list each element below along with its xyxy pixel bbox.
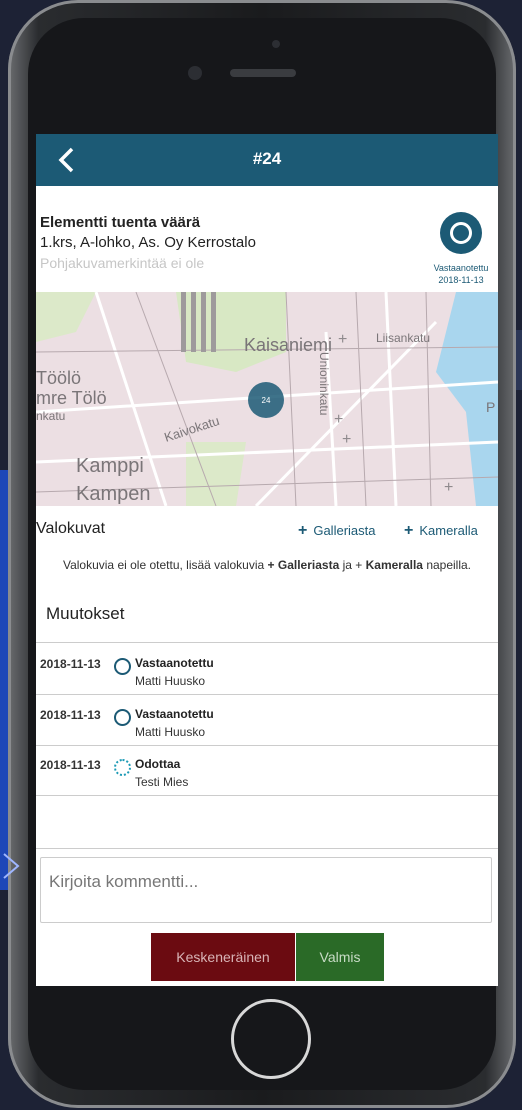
comment-input[interactable]: Kirjoita kommentti... [40,857,492,923]
map-label-kamppi: Kamppi [76,455,144,477]
map-marker-label[interactable]: 24 [262,396,271,405]
change-date: 2018-11-13 [40,708,101,722]
divider [36,642,498,643]
map-view[interactable]: 24 Kaisaniemi Liisankatu Töölö mre Tölö … [36,292,498,506]
change-date: 2018-11-13 [40,758,101,772]
circle-icon [114,709,131,726]
app-screen: #24 Elementti tuenta väärä 1.krs, A-lohk… [36,134,498,986]
status-date: 2018-11-13 [438,275,484,285]
gallery-button[interactable]: + Galleriasta [298,522,375,540]
change-user: Testi Mies [135,775,189,789]
plus-icon: + [404,522,414,539]
change-row: 2018-11-13 Vastaanotettu Matti Huusko [36,646,498,694]
status-icon[interactable] [440,212,482,254]
photos-hint: Valokuvia ei ole otettu, lisää valokuvia… [62,558,472,572]
gallery-label: Galleriasta [313,523,376,538]
done-button[interactable]: Valmis [296,933,384,981]
page-title: #24 [252,149,282,168]
map-label-toolo: Töölö [36,368,81,388]
change-status: Vastaanotettu [135,707,214,721]
dashed-circle-icon [114,759,131,776]
changes-heading: Muutokset [46,604,125,623]
change-row: 2018-11-13 Odottaa Testi Mies [36,747,498,795]
status-label: Vastaanotettu [433,263,489,273]
divider [36,848,498,849]
item-title: Elementti tuenta väärä [40,214,201,231]
map-label-kampen: Kampen [76,483,151,505]
map-label-liisankatu: Liisankatu [376,331,430,345]
front-camera [188,66,202,80]
photos-heading: Valokuvat [36,520,106,537]
plus-icon: + [298,522,308,539]
svg-text:+: + [444,479,453,496]
divider [36,745,498,746]
map-label-unioninkatu: Unioninkatu [317,352,331,415]
svg-text:+: + [338,331,347,348]
earpiece-speaker [230,69,296,77]
svg-text:+: + [342,431,351,448]
home-button[interactable] [231,999,311,1079]
svg-text:+: + [334,411,343,428]
item-info: Elementti tuenta väärä 1.krs, A-lohko, A… [40,214,256,271]
change-user: Matti Huusko [135,725,206,739]
incomplete-button[interactable]: Keskeneräinen [151,933,295,981]
status-badge: Vastaanotettu 2018-11-13 [424,262,498,286]
circle-icon [450,222,472,244]
change-status: Vastaanotettu [135,656,214,670]
top-bar: #24 [36,134,498,186]
proximity-sensor [272,40,280,48]
camera-label: Kameralla [419,523,478,538]
change-date: 2018-11-13 [40,657,101,671]
chevron-right-icon [3,853,20,879]
camera-button[interactable]: + Kameralla [404,522,478,540]
map-label-nkatu: nkatu [36,409,65,423]
change-user: Matti Huusko [135,674,206,688]
divider [36,694,498,695]
item-location: 1.krs, A-lohko, As. Oy Kerrostalo [40,234,256,251]
plan-note: Pohjakuvamerkintää ei ole [40,255,205,271]
change-row: 2018-11-13 Vastaanotettu Matti Huusko [36,697,498,745]
divider [36,795,498,796]
circle-icon [114,658,131,675]
change-status: Odottaa [135,757,181,771]
map-label-p: P [486,399,495,415]
map-graphic: 24 Kaisaniemi Liisankatu Töölö mre Tölö … [36,292,498,506]
map-label-mre-tolo: mre Tölö [36,388,107,408]
